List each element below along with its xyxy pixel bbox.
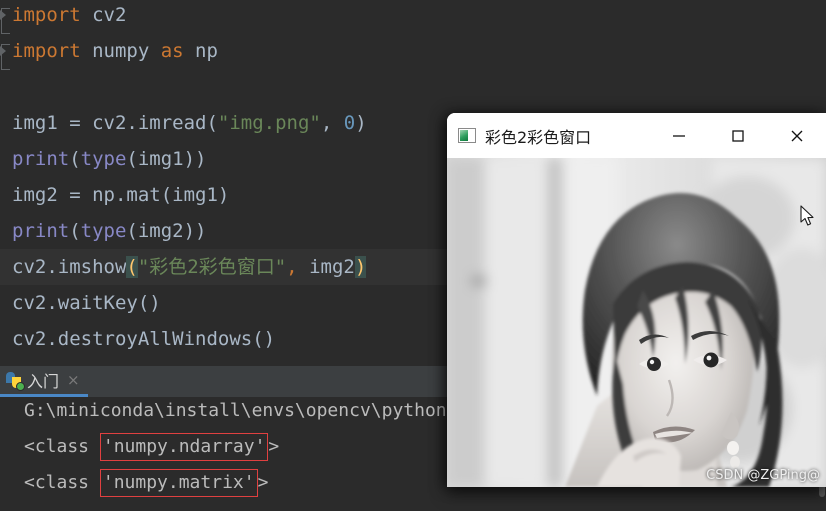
console-line-text: <class 'numpy.ndarray' > [24, 429, 279, 465]
code-line-text: import cv2 [12, 0, 126, 33]
console-text: G:\miniconda\install\envs\opencv\python.… [24, 400, 490, 421]
console-line-text: G:\miniconda\install\envs\opencv\python.… [24, 393, 490, 429]
code-line-text: cv2.waitKey() [12, 285, 161, 321]
python-icon [6, 371, 25, 391]
code-token: (img1)) [126, 148, 207, 170]
code-token: cv2 [80, 4, 127, 26]
code-token: numpy [80, 40, 161, 62]
code-token: ( [69, 220, 81, 242]
code-line-text: print(type(img2)) [12, 213, 207, 249]
console-line-text: <class 'numpy.matrix' > [24, 465, 268, 501]
code-line-text: img2 = np.mat(img1) [12, 177, 229, 213]
highlight-box: 'numpy.ndarray' [99, 433, 269, 461]
code-token: "彩色2彩色窗口" [137, 256, 287, 278]
console-text: > [257, 472, 269, 493]
code-line-text: cv2.destroyAllWindows() [12, 321, 275, 357]
code-token: np [183, 40, 218, 62]
window-title: 彩色2彩色窗口 [485, 127, 592, 147]
code-line[interactable]: import cv2 [0, 0, 826, 33]
code-line-text: print(type(img1)) [12, 141, 207, 177]
code-token: print [12, 220, 70, 242]
close-icon[interactable]: × [67, 371, 80, 389]
window-controls [649, 113, 826, 158]
code-line-text: import numpy as np [12, 33, 218, 69]
code-line[interactable] [0, 69, 826, 105]
code-token: type [80, 148, 127, 170]
console-text: > [268, 436, 280, 457]
window-titlebar[interactable]: 彩色2彩色窗口 [447, 113, 826, 158]
code-token: print [12, 148, 70, 170]
console-text: <class [24, 436, 100, 457]
code-token: cv2.imshow [12, 256, 127, 278]
code-token: ( [126, 256, 138, 278]
code-token: img2 [297, 256, 355, 278]
code-token: as [160, 40, 184, 62]
code-token: import [12, 4, 81, 26]
grayscale-portrait-photo [447, 158, 826, 487]
maximize-button[interactable] [708, 113, 767, 158]
code-line[interactable]: import numpy as np [0, 33, 826, 69]
code-token: cv2.waitKey() [12, 292, 161, 314]
code-token: ) [355, 112, 367, 134]
tab-label: 入门 [27, 372, 60, 391]
code-line-text: img1 = cv2.imread("img.png", 0) [12, 105, 367, 141]
code-token: ( [69, 148, 81, 170]
code-token: 0 [343, 112, 356, 134]
code-token: (img2)) [126, 220, 207, 242]
code-line-text: cv2.imshow("彩色2彩色窗口", img2) [12, 249, 367, 285]
opencv-window-icon [458, 128, 476, 143]
mouse-cursor [800, 205, 814, 226]
code-token: import [12, 40, 81, 62]
code-token: , [320, 112, 344, 134]
code-token: , [286, 256, 298, 278]
highlight-box: 'numpy.matrix' [99, 469, 258, 497]
watermark: CSDN @ZGPing@ [706, 468, 820, 483]
code-token: type [80, 220, 127, 242]
code-token: "img.png" [217, 112, 321, 134]
code-token: ) [354, 256, 367, 278]
minimize-button[interactable] [649, 113, 708, 158]
code-token: img2 = np.mat(img1) [12, 184, 230, 206]
console-text: <class [24, 472, 100, 493]
code-token: img1 = cv2.imread( [12, 112, 218, 134]
image-display-area: CSDN @ZGPing@ [447, 158, 826, 487]
opencv-image-window[interactable]: 彩色2彩色窗口 CSDN @ZGPing@ [447, 113, 826, 487]
code-token: cv2.destroyAllWindows() [12, 328, 276, 350]
close-button[interactable] [767, 113, 826, 158]
